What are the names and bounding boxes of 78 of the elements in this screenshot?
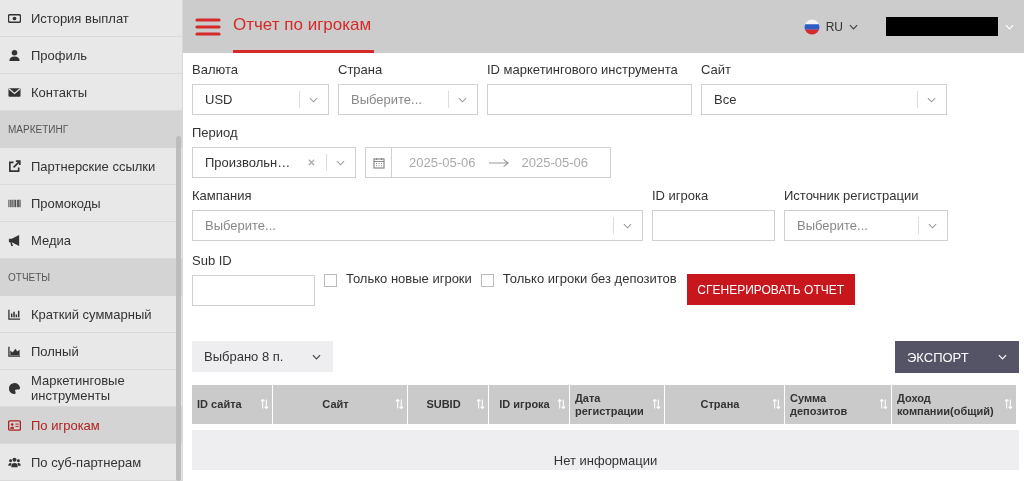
column-header[interactable]: ID игрока xyxy=(489,385,569,424)
menu-icon[interactable] xyxy=(195,16,221,37)
chevron-icon xyxy=(312,353,321,360)
column-header[interactable]: ID сайта xyxy=(192,385,272,424)
palette-icon xyxy=(8,381,21,395)
area-icon xyxy=(8,344,21,358)
chevron-icon xyxy=(928,222,937,229)
columns-dropdown[interactable]: Выбрано 8 п. xyxy=(192,341,333,372)
mail-icon xyxy=(8,85,21,99)
column-header[interactable]: Страна xyxy=(665,385,784,424)
empty-message: Нет информации xyxy=(553,453,658,468)
input-field[interactable] xyxy=(652,210,775,241)
user-icon xyxy=(8,48,21,62)
clear-icon[interactable] xyxy=(307,158,316,167)
checkbox[interactable] xyxy=(480,274,494,287)
currency-select[interactable]: USD xyxy=(192,84,329,115)
source-select[interactable]: Выберите... xyxy=(784,210,948,241)
sort-icon xyxy=(652,398,661,410)
users-icon xyxy=(8,455,21,469)
chevron-icon xyxy=(336,159,345,166)
column-header[interactable]: Доход компании(общий) xyxy=(892,385,1016,424)
column-header[interactable]: SUBID xyxy=(408,385,488,424)
sort-icon xyxy=(260,398,269,410)
country-select[interactable]: Выберите... xyxy=(338,84,478,115)
bars-icon xyxy=(8,307,21,321)
campaign-select[interactable]: Выберите... xyxy=(192,210,643,241)
input-field[interactable] xyxy=(487,84,692,115)
sort-icon xyxy=(772,398,781,410)
start-date: 2025-05-06 xyxy=(409,155,476,170)
chevron-icon xyxy=(998,354,1007,360)
account-bar[interactable] xyxy=(886,17,998,36)
field-label: Страна xyxy=(338,61,384,79)
generate-report-button[interactable]: СГЕНЕРИРОВАТЬ ОТЧЕТ xyxy=(686,274,855,305)
chevron-icon xyxy=(458,96,467,103)
flag-icon xyxy=(803,18,820,35)
field-label: Сайт xyxy=(701,61,732,79)
sort-icon xyxy=(557,398,566,410)
checkbox-label: Только новые игроки xyxy=(346,270,472,286)
scrollbar[interactable] xyxy=(176,136,181,481)
calendar-icon xyxy=(372,156,385,169)
column-header[interactable]: Дата регистрации xyxy=(570,385,664,424)
sort-icon xyxy=(476,398,485,410)
field-label: Кампания xyxy=(192,187,253,205)
checkbox[interactable] xyxy=(324,274,337,287)
field-label: Источник регистрации xyxy=(784,187,920,205)
end-date: 2025-05-06 xyxy=(521,155,588,170)
chevron-icon xyxy=(849,23,858,30)
field-label: Sub ID xyxy=(192,252,233,270)
money-icon xyxy=(8,11,21,25)
column-header[interactable]: Сумма депозитов xyxy=(785,385,891,424)
sort-icon xyxy=(1004,398,1013,410)
sort-icon xyxy=(879,398,888,410)
sort-icon xyxy=(395,398,404,410)
field-label: Период xyxy=(192,124,239,142)
horn-icon xyxy=(8,233,21,247)
section-heading: ОТЧЕТЫ xyxy=(0,259,182,296)
chevron-icon xyxy=(309,96,318,103)
export-button[interactable]: ЭКСПОРТ xyxy=(895,341,1019,373)
language-selector[interactable]: RU xyxy=(803,18,858,35)
period-select[interactable]: Произвольн… xyxy=(192,147,356,178)
field-label: Валюта xyxy=(192,61,239,79)
page-title: Отчет по игрокам xyxy=(233,0,375,53)
link-icon xyxy=(8,159,21,173)
column-header[interactable]: Сайт xyxy=(273,385,407,424)
arrow-icon xyxy=(487,157,510,168)
sidebar-item[interactable]: Профиль xyxy=(0,37,182,74)
input-field[interactable] xyxy=(192,275,315,306)
field-label: ID игрока xyxy=(652,187,710,205)
chevron-icon xyxy=(927,96,936,103)
chevron-icon xyxy=(623,222,632,229)
checkbox-label: Только игроки без депозитов xyxy=(502,270,677,286)
sidebar-item[interactable]: По игрокам xyxy=(0,407,182,444)
field-label: ID маркетингового инструмента xyxy=(487,61,679,79)
chevron-icon[interactable] xyxy=(1005,23,1014,30)
site-select[interactable]: Все xyxy=(701,84,947,115)
sidebar-item[interactable]: История выплат xyxy=(0,0,182,37)
section-heading: МАРКЕТИНГ xyxy=(0,111,182,148)
card-icon xyxy=(8,418,21,432)
